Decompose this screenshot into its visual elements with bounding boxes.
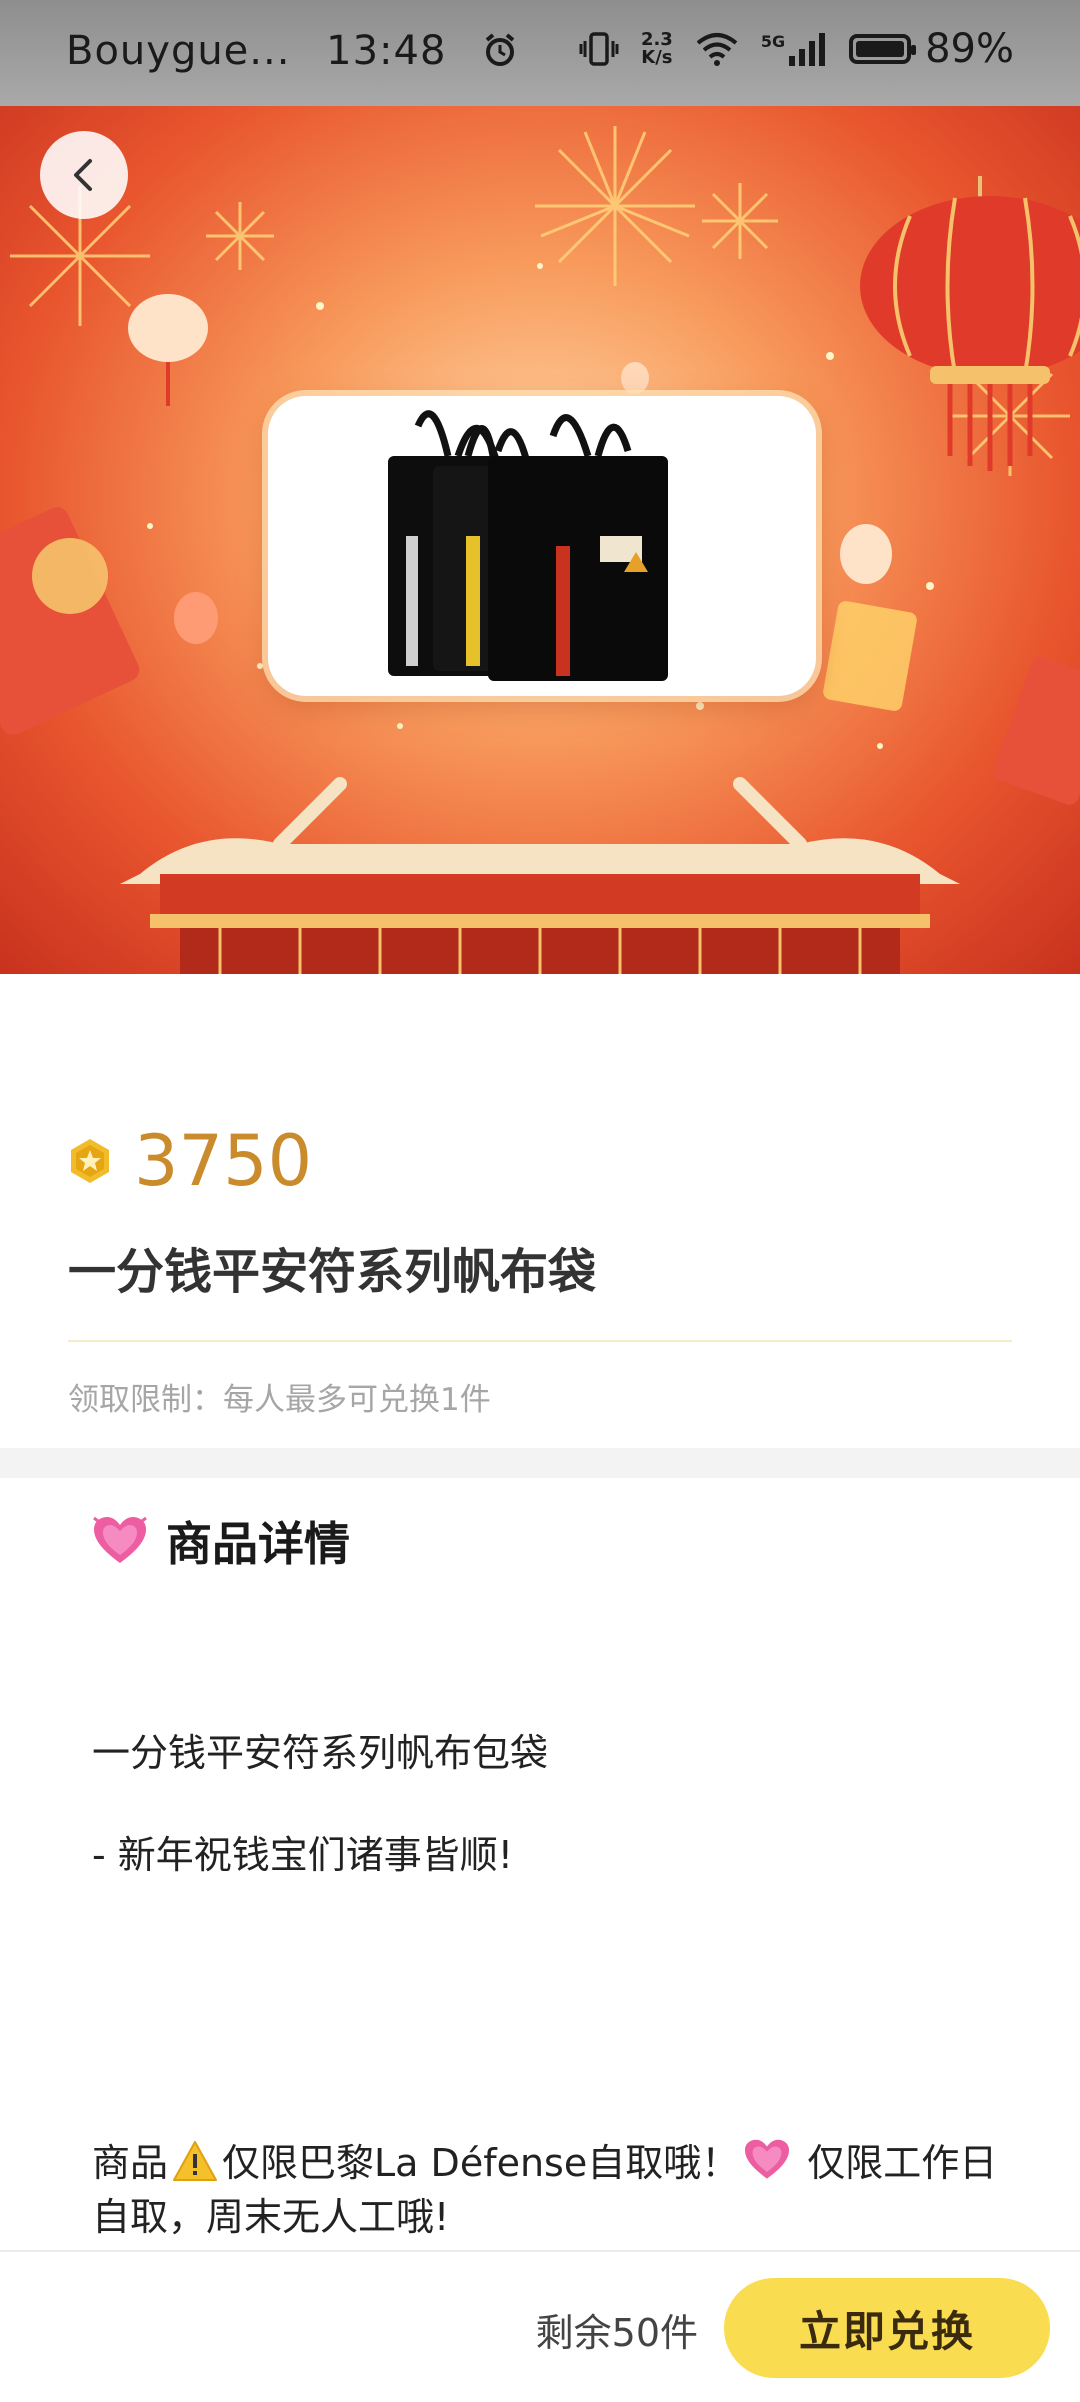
status-bar: Bouygue... 13:48 2.3 K/s 5G 89% [0, 0, 1080, 106]
signal-icon: 5G [761, 32, 827, 66]
clock: 13:48 [326, 28, 447, 74]
vibrate-icon [579, 32, 619, 66]
chevron-left-icon [74, 159, 92, 191]
points-value: 3750 [134, 1120, 313, 1202]
detail-line-3-start: 商品 [92, 2141, 169, 2185]
warning-icon [173, 2141, 218, 2181]
details-heading: 商品详情 [166, 1517, 350, 1571]
detail-line-1: 一分钱平安符系列帆布包袋 [92, 1731, 549, 1775]
detail-line-2: - 新年祝钱宝们诸事皆顺! [92, 1833, 514, 1877]
alarm-icon [485, 33, 515, 66]
divider [68, 1340, 1012, 1342]
redeem-now-button[interactable]: 立即兑换 [724, 2278, 1050, 2378]
heart-icon-inline [745, 2139, 790, 2179]
product-image-card [268, 396, 816, 696]
points-price: 3750 [66, 1120, 312, 1202]
coin-icon [71, 1139, 109, 1183]
details-header: 商品详情 [92, 1508, 350, 1574]
heart-icon [93, 1516, 147, 1563]
detail-line-3-middle: 仅限巴黎La Défense自取哦！ [222, 2141, 740, 2185]
back-button[interactable] [40, 131, 128, 219]
battery-icon [849, 34, 917, 64]
tote-bags-image [388, 410, 668, 681]
carrier-name: Bouygue... [66, 28, 291, 74]
detail-line-3: 商品 仅限巴黎La Défense自取哦！ 仅限工作日自取，周末无人工哦! [92, 2136, 1012, 2244]
network-type: 5G [760, 32, 786, 51]
net-speed: 2.3 K/s [641, 31, 673, 67]
temple-roof-decoration [120, 777, 960, 974]
remaining-stock: 剩余50件 [535, 2311, 698, 2355]
section-separator [0, 1448, 1080, 1478]
net-speed-unit: K/s [641, 47, 673, 68]
product-title: 一分钱平安符系列帆布袋 [68, 1244, 597, 1300]
battery-level: 89% [925, 26, 1014, 72]
status-left: Bouygue... 13:48 [66, 28, 518, 74]
wifi-icon [696, 33, 738, 66]
product-banner [0, 106, 1080, 974]
bottom-action-bar: 剩余50件 立即兑换 [0, 2250, 1080, 2402]
redeem-limit: 领取限制：每人最多可兑换1件 [68, 1382, 491, 1418]
status-right: 2.3 K/s 5G 89% [579, 26, 1014, 72]
